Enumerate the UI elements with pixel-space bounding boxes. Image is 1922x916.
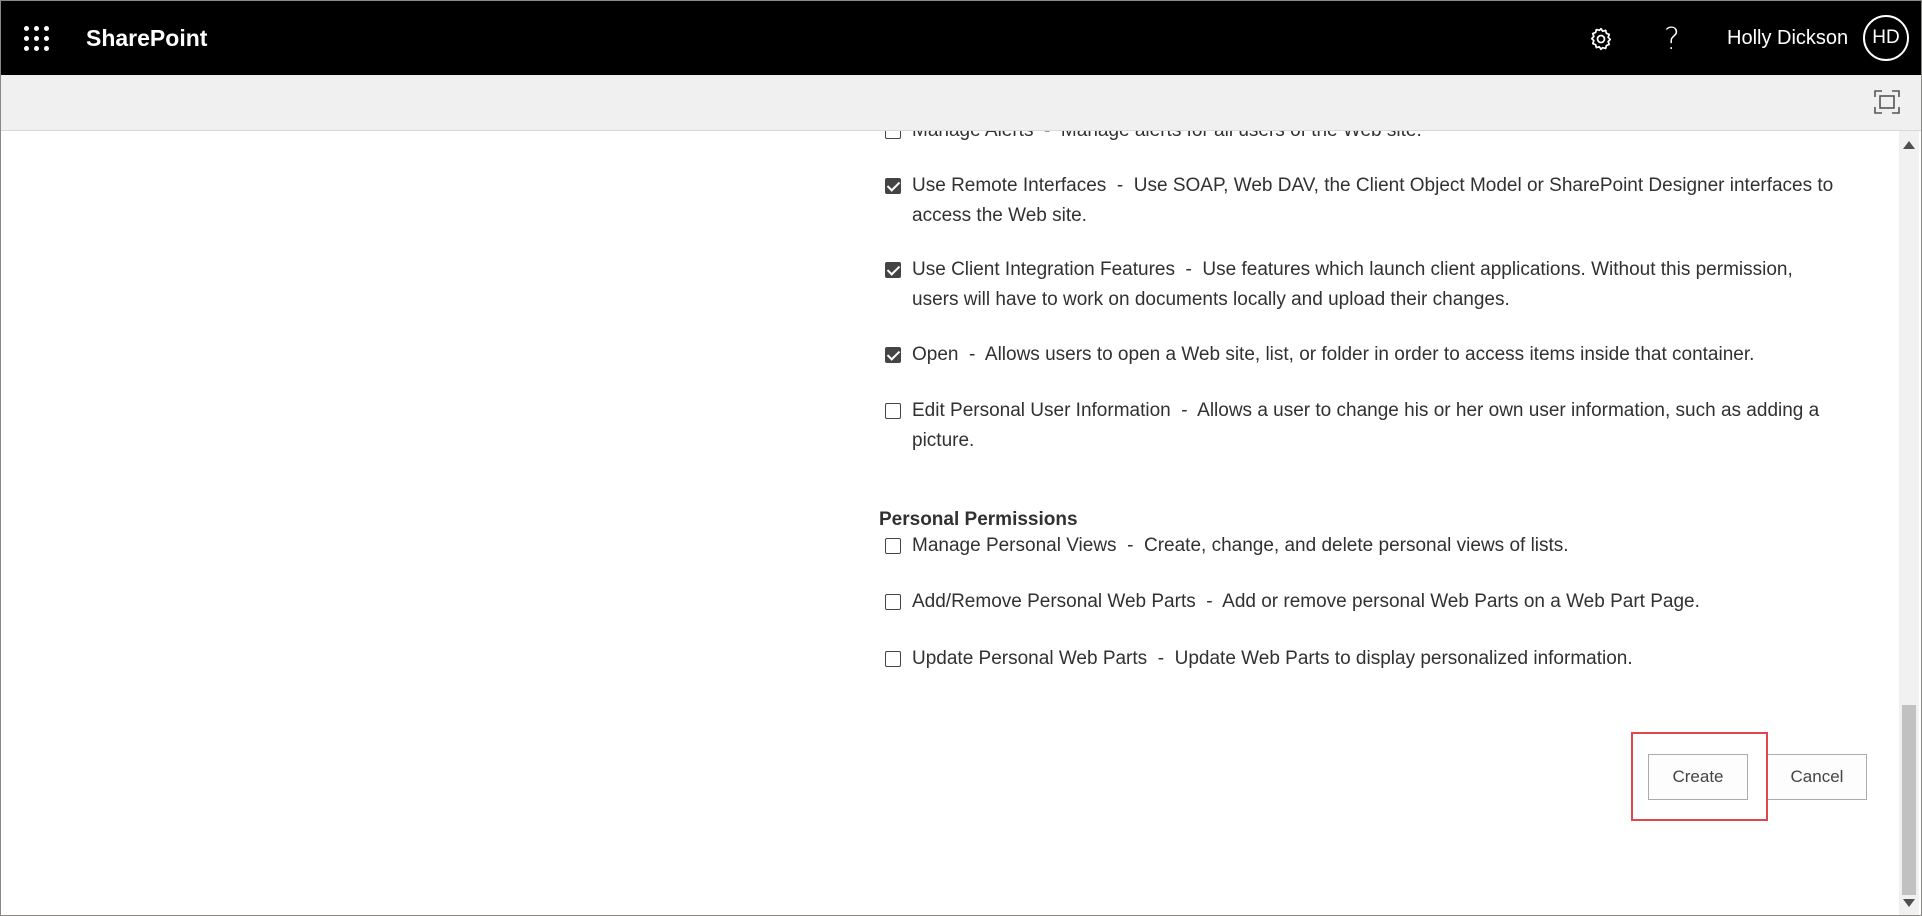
permission-description: Allows a user to change his or her own u… — [1197, 400, 1820, 421]
checkbox-manage-alerts[interactable] — [885, 131, 901, 139]
personal-permissions-heading: Personal Permissions — [879, 509, 1078, 530]
permission-name: Update Personal Web Parts — [912, 648, 1148, 669]
separator: - — [1106, 175, 1134, 196]
checkbox-update-personal-web-parts[interactable] — [885, 651, 901, 667]
checkbox-manage-personal-views[interactable] — [885, 538, 901, 554]
checkbox-use-client-integration[interactable] — [885, 262, 901, 278]
focus-mode-icon[interactable] — [1873, 89, 1903, 115]
permission-description: Update Web Parts to display personalized… — [1174, 648, 1633, 669]
permission-name: Add/Remove Personal Web Parts — [912, 591, 1196, 612]
command-bar — [1, 75, 1921, 131]
checkbox-edit-personal-user-info[interactable] — [885, 403, 901, 419]
permission-item: Manage Alerts - Manage alerts for all us… — [885, 131, 1845, 146]
scroll-down-arrow-icon[interactable] — [1903, 899, 1915, 907]
permission-item: Manage Personal Views - Create, change, … — [885, 531, 1845, 561]
permission-name: Open — [912, 344, 959, 365]
separator: - — [1147, 648, 1175, 669]
permission-description: Use SOAP, Web DAV, the Client Object Mod… — [1133, 175, 1834, 196]
permission-name: Manage Personal Views — [912, 535, 1117, 556]
app-name[interactable]: SharePoint — [86, 25, 207, 52]
permission-name: Edit Personal User Information — [912, 400, 1171, 421]
separator: - — [1116, 535, 1144, 556]
permission-item: Use Client Integration Features - Use fe… — [885, 255, 1845, 315]
permission-description: Add or remove personal Web Parts on a We… — [1222, 591, 1700, 612]
permission-item: Update Personal Web Parts - Update Web P… — [885, 644, 1845, 674]
permission-item: Use Remote Interfaces - Use SOAP, Web DA… — [885, 171, 1845, 231]
permission-description-cont: users will have to work on documents loc… — [912, 289, 1510, 310]
separator: - — [958, 344, 985, 365]
avatar[interactable]: HD — [1863, 15, 1909, 61]
permissions-content: Manage Alerts - Manage alerts for all us… — [1, 131, 1899, 915]
permission-name: Use Client Integration Features — [912, 259, 1175, 280]
permission-item: Edit Personal User Information - Allows … — [885, 396, 1845, 456]
permission-description-cont: picture. — [912, 430, 975, 451]
separator: - — [1033, 131, 1060, 141]
checkbox-open[interactable] — [885, 347, 901, 363]
permission-item: Add/Remove Personal Web Parts - Add or r… — [885, 587, 1845, 617]
help-icon[interactable]: ? — [1656, 22, 1688, 57]
checkbox-use-remote-interfaces[interactable] — [885, 178, 901, 194]
separator: - — [1195, 591, 1223, 612]
scrollbar[interactable] — [1899, 131, 1919, 915]
app-launcher-icon[interactable] — [21, 23, 51, 53]
permission-name: Manage Alerts — [912, 131, 1033, 141]
permission-description: Create, change, and delete personal view… — [1144, 535, 1569, 556]
create-button[interactable]: Create — [1648, 754, 1748, 800]
separator: - — [1174, 259, 1203, 280]
separator: - — [1170, 400, 1198, 421]
suite-bar: SharePoint ? Holly Dickson HD — [1, 1, 1921, 75]
permission-description: Allows users to open a Web site, list, o… — [984, 344, 1755, 365]
scrollbar-thumb[interactable] — [1902, 705, 1916, 895]
settings-gear-icon[interactable] — [1585, 23, 1617, 55]
permission-description: Manage alerts for all users of the Web s… — [1061, 131, 1422, 141]
permission-item: Open - Allows users to open a Web site, … — [885, 340, 1845, 370]
permission-description: Use features which launch client applica… — [1202, 259, 1793, 280]
permission-name: Use Remote Interfaces — [912, 175, 1107, 196]
checkbox-add-remove-personal-web-parts[interactable] — [885, 594, 901, 610]
browser-frame: SharePoint ? Holly Dickson HD Manage Ale… — [0, 0, 1922, 916]
user-name[interactable]: Holly Dickson — [1727, 27, 1848, 50]
cancel-button[interactable]: Cancel — [1767, 754, 1867, 800]
scroll-up-arrow-icon[interactable] — [1903, 141, 1915, 149]
permission-description-cont: access the Web site. — [912, 205, 1087, 226]
